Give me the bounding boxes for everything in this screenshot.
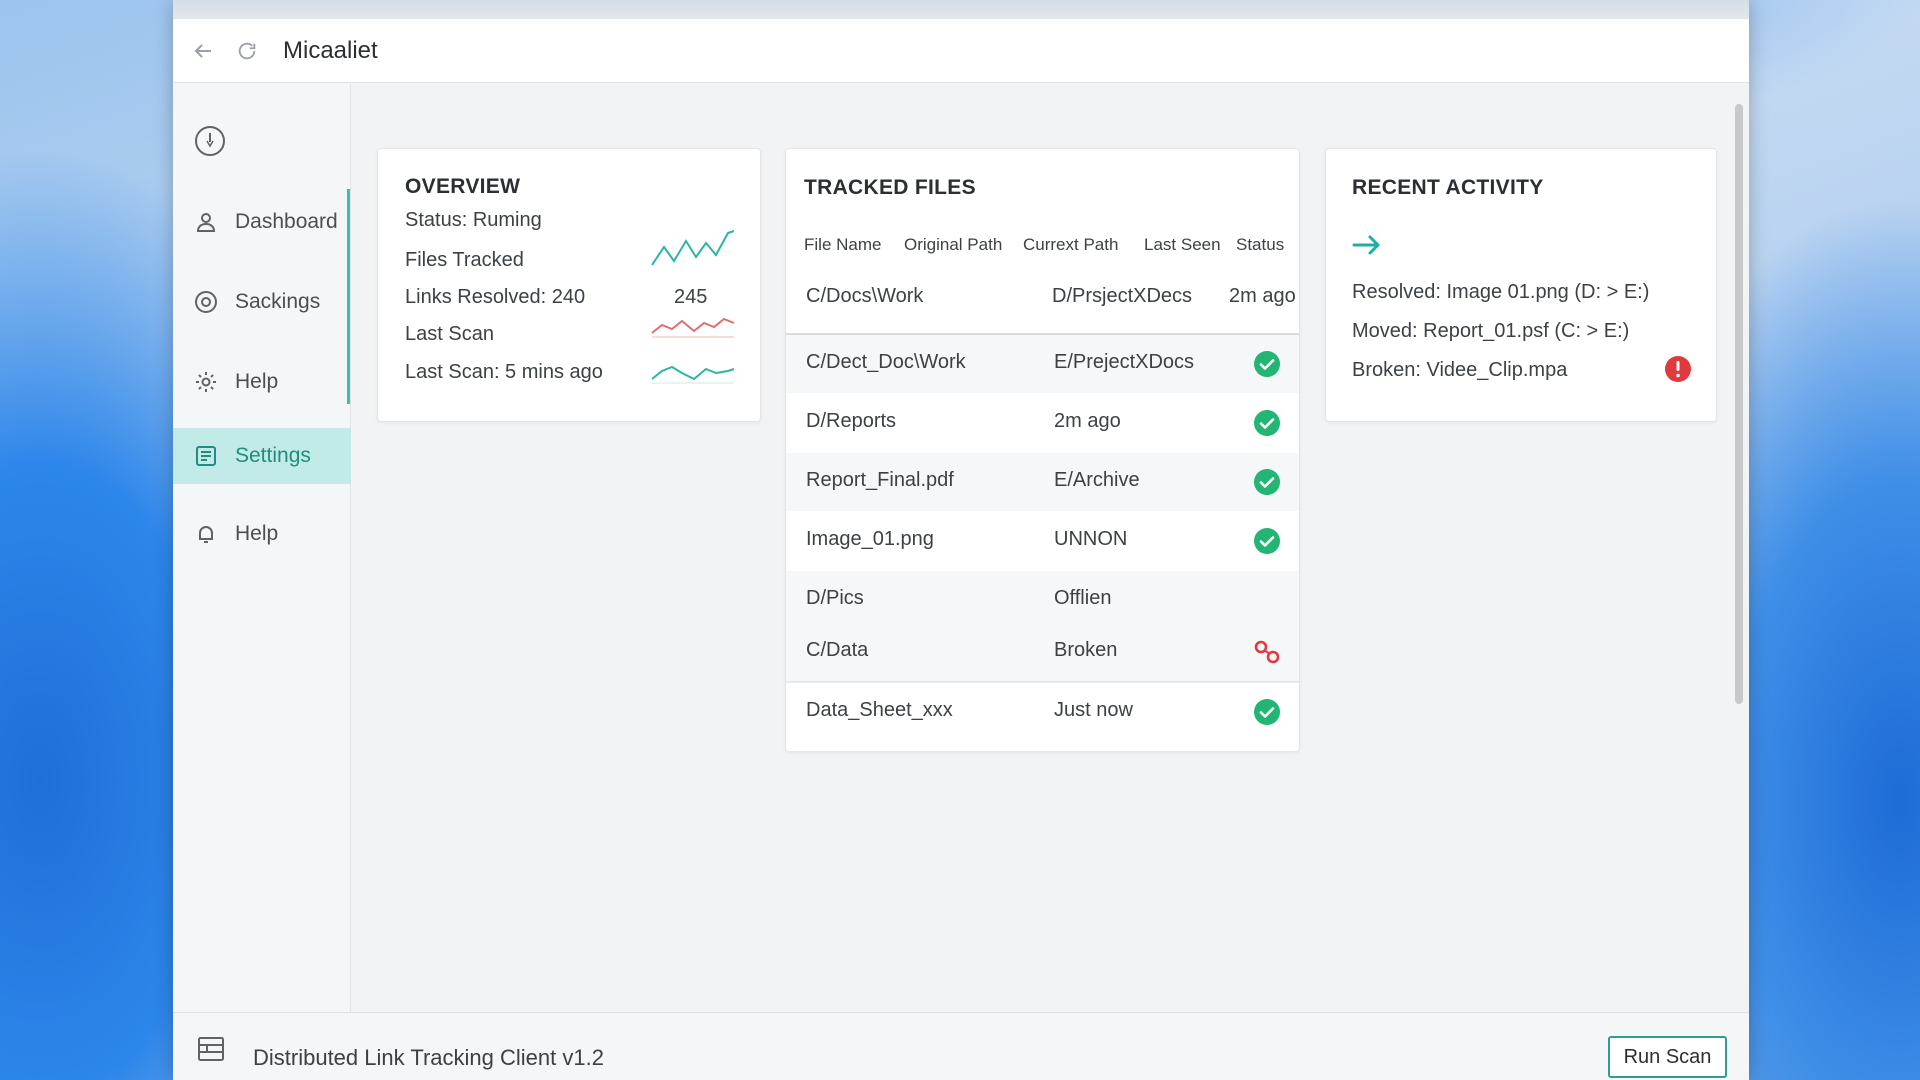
sidebar-item-settings[interactable]: Settings <box>173 428 351 484</box>
table-row[interactable]: Data_Sheet_xxx Just now <box>786 683 1299 741</box>
window-top-strip <box>173 0 1749 19</box>
cell-path: Just now <box>1054 699 1133 721</box>
overview-links-number: 245 <box>674 286 708 308</box>
circle-settings-icon <box>193 289 219 315</box>
last-scan-sparkline <box>651 317 735 338</box>
sidebar-item-label: Dashboard <box>235 210 338 233</box>
user-icon <box>193 209 219 235</box>
overview-links-resolved: Links Resolved: 240 <box>405 286 586 308</box>
cell-file-name: Report_Final.pdf <box>806 469 954 491</box>
column-header[interactable]: Status <box>1236 235 1284 255</box>
status-bar: Distributed Link Tracking Client v1.2 Ru… <box>173 1012 1749 1080</box>
table-row[interactable]: Report_Final.pdf E/Archive <box>786 453 1299 511</box>
back-button[interactable] <box>189 37 217 65</box>
cell-path: UNNON <box>1054 528 1128 550</box>
cell-path: E/Archive <box>1054 469 1140 491</box>
refresh-button[interactable] <box>233 37 261 65</box>
recent-activity-card: RECENT ACTIVITY Resolved: Image 01.png (… <box>1325 148 1717 422</box>
sidebar-item-dashboard[interactable]: Dashboard <box>173 194 351 250</box>
power-icon[interactable] <box>193 124 227 163</box>
sidebar-item-label: Help <box>235 522 279 545</box>
tracked-files-card: TRACKED FILES File Name Original Path Cu… <box>785 148 1300 752</box>
cell-file-name: D/Reports <box>806 410 897 432</box>
gear-icon <box>193 369 219 395</box>
table-row[interactable]: C/Data Broken <box>786 623 1299 681</box>
column-header[interactable]: Original Path <box>904 235 1002 255</box>
arrow-right-icon <box>1352 235 1380 255</box>
sidebar: Dashboard Sackings Help Settings Help <box>173 84 351 1012</box>
check-circle-icon <box>1254 528 1280 554</box>
run-scan-button[interactable]: Run Scan <box>1608 1036 1727 1078</box>
activity-item[interactable]: Broken: Videe_Clip.mpa <box>1352 359 1567 382</box>
activity-item[interactable]: Resolved: Image 01.png (D: > E:) <box>1352 281 1649 304</box>
title-bar: Micaaliet <box>173 19 1749 83</box>
table-row[interactable]: C/Docs\Work D/PrsjectXDecs 2m ago <box>786 269 1299 327</box>
sidebar-item-sackings[interactable]: Sackings <box>173 274 351 330</box>
overview-title: OVERVIEW <box>405 175 521 198</box>
cell-path: D/PrsjectXDecs <box>1052 285 1193 307</box>
tracked-files-title: TRACKED FILES <box>804 176 976 199</box>
overview-status: Status: Ruming <box>405 209 542 231</box>
overview-last-scan: Last Scan <box>405 323 494 345</box>
cell-file-name: Image_01.png <box>806 528 934 550</box>
list-icon <box>193 443 219 469</box>
sidebar-item-label: Settings <box>235 444 311 467</box>
check-circle-icon <box>1254 410 1280 436</box>
check-circle-icon <box>1254 351 1280 377</box>
sidebar-item-help[interactable]: Help <box>173 354 351 410</box>
activity-item[interactable]: Moved: Report_01.psf (C: > E:) <box>1352 320 1629 343</box>
cell-path: Offlien <box>1054 587 1112 609</box>
table-row[interactable]: Image_01.png UNNON <box>786 512 1299 570</box>
vertical-scrollbar[interactable] <box>1735 104 1743 704</box>
last-scan-time-sparkline <box>651 365 735 384</box>
bell-icon <box>193 521 219 547</box>
column-header[interactable]: File Name <box>804 235 881 255</box>
layout-icon <box>198 1037 224 1061</box>
status-bar-text: Distributed Link Tracking Client v1.2 <box>253 1045 604 1070</box>
overview-card: OVERVIEW Status: Ruming Files Tracked Li… <box>377 148 761 422</box>
cell-path: E/PrejectXDocs <box>1054 351 1195 373</box>
table-row[interactable]: D/Pics Offlien <box>786 571 1299 629</box>
cell-file-name: Data_Sheet_xxx <box>806 699 953 721</box>
app-window: Micaaliet Dashboard Sackings Help Settin… <box>173 0 1749 1080</box>
error-alert-icon <box>1665 356 1691 382</box>
sidebar-item-help-2[interactable]: Help <box>173 506 351 562</box>
table-row[interactable]: C/Dect_Doc\Work E/PrejectXDocs <box>786 335 1299 393</box>
table-row[interactable]: D/Reports 2m ago <box>786 394 1299 452</box>
overview-last-scan-time: Last Scan: 5 mins ago <box>405 361 603 383</box>
column-header[interactable]: Currext Path <box>1023 235 1118 255</box>
cell-last-seen: 2m ago <box>1229 285 1296 307</box>
check-circle-icon <box>1254 469 1280 495</box>
sidebar-item-label: Help <box>235 370 279 393</box>
cell-file-name: C/Dect_Doc\Work <box>806 351 966 373</box>
column-header[interactable]: Last Seen <box>1144 235 1221 255</box>
files-tracked-sparkline <box>651 230 735 266</box>
overview-files-tracked: Files Tracked <box>405 249 524 271</box>
back-arrow-icon <box>194 43 211 58</box>
cell-file-name: D/Pics <box>806 587 864 609</box>
cell-path: Broken <box>1054 639 1118 661</box>
app-title: Micaaliet <box>283 36 378 64</box>
recent-activity-title: RECENT ACTIVITY <box>1352 176 1544 199</box>
cell-file-name: C/Docs\Work <box>806 285 924 307</box>
broken-link-icon <box>1254 640 1280 664</box>
refresh-icon <box>238 42 256 59</box>
check-circle-icon <box>1254 699 1280 725</box>
cell-file-name: C/Data <box>806 639 869 661</box>
sidebar-item-label: Sackings <box>235 290 321 313</box>
cell-path: 2m ago <box>1054 410 1121 432</box>
